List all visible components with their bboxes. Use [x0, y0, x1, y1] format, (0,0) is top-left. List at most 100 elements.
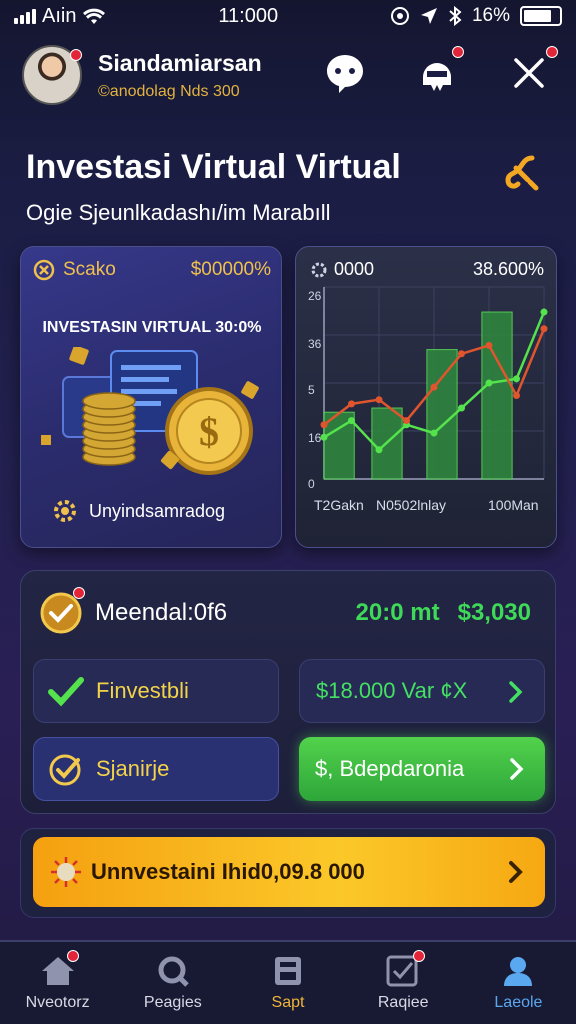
carrier-name: Aıin	[42, 4, 77, 27]
battery-icon	[520, 6, 562, 26]
card1-footer: Unyindsamradog	[51, 497, 225, 525]
chart-bar	[426, 349, 458, 480]
chart-point	[430, 383, 438, 391]
x-tick: N0502lnlay	[376, 497, 447, 513]
wallet-icon	[275, 957, 301, 985]
chat-button[interactable]	[322, 50, 368, 96]
cta-container: Unnvestaini Ihid0,09.8 000	[20, 828, 556, 918]
card1-left-label: Scako	[63, 259, 116, 280]
alerts-button[interactable]	[414, 46, 464, 96]
deposit-button[interactable]: $, Bdepdaronia	[299, 737, 545, 801]
wifi-icon	[83, 8, 106, 24]
chevron-right-icon	[510, 758, 524, 780]
alerts-badge	[452, 46, 464, 58]
chevron-right-icon	[509, 861, 523, 883]
invest-button-label: Finvestbli	[96, 678, 189, 703]
search-icon	[158, 956, 189, 987]
tab-label: Laeole	[494, 994, 543, 1011]
signal-icon	[14, 8, 36, 24]
check-circle-icon	[49, 754, 81, 786]
y-tick: 0	[308, 477, 315, 491]
tab-profile[interactable]: Laeole	[461, 942, 576, 1024]
gear-icon	[54, 500, 76, 522]
deposit-button-label: $, Bdepdaronia	[315, 756, 465, 781]
avatar[interactable]	[22, 45, 82, 105]
chart-point	[348, 400, 355, 408]
balance-button[interactable]: $18.000 Var ¢X	[299, 659, 545, 723]
svg-text:$: $	[199, 409, 219, 454]
x-tick: T2Gakn	[314, 497, 364, 513]
close-icon	[514, 58, 544, 88]
page-subtitle: Ogie Sjeunlkadashı/im Marabıll	[26, 200, 331, 225]
tab-label: Sapt	[271, 994, 305, 1011]
chart-right-value: 38.600%	[472, 259, 544, 279]
panel-title: Meendal:0f6	[95, 599, 228, 626]
chart-point	[540, 308, 548, 316]
chart-point	[540, 325, 548, 333]
bluetooth-icon	[449, 6, 462, 26]
card1-header: Scako $00000%	[33, 259, 271, 281]
chart-point	[403, 417, 410, 425]
tab-label: Nveotorz	[25, 994, 90, 1011]
user-name: Siandamiarsan	[98, 49, 262, 76]
tab-home[interactable]: Nveotorz	[0, 942, 115, 1024]
chart-header: 0000 38.600%	[310, 259, 544, 280]
tab-wallet[interactable]: Sapt	[230, 942, 345, 1024]
chart-point	[485, 341, 493, 349]
card1-right-value: $00000%	[190, 259, 271, 280]
chart-point	[513, 375, 520, 383]
investment-card[interactable]: Scako $00000% INVESTASIN VIRTUAL 30:0% $…	[20, 246, 282, 548]
chat-bubble-icon	[327, 55, 363, 93]
card1-banner: INVESTASIN VIRTUAL 30:0%	[42, 319, 262, 336]
chart-point	[375, 446, 383, 454]
savings-button[interactable]: Sjanirje	[33, 737, 279, 801]
panel-value-amount: $3,030	[457, 599, 531, 626]
gear-small-icon	[311, 262, 327, 277]
close-button[interactable]	[506, 46, 558, 96]
chart-point	[458, 404, 465, 412]
y-tick: 5	[308, 383, 315, 397]
tab-home-badge	[67, 950, 80, 962]
tab-tasks-badge	[412, 950, 425, 962]
status-bar: Aıin 11:000 16%	[0, 0, 576, 32]
chevron-right-icon	[509, 681, 523, 703]
x-tick: 100Man	[488, 497, 539, 513]
coins-illustration: $	[41, 347, 259, 475]
user-icon	[504, 957, 533, 986]
invest-cta-button[interactable]: Unnvestaini Ihid0,09.8 000	[33, 837, 545, 907]
tab-search[interactable]: Peagies	[115, 942, 230, 1024]
panel-value-time: 20:0 mt	[355, 599, 440, 626]
chart-point	[348, 417, 355, 425]
link-icon[interactable]	[502, 152, 542, 192]
sparkle-icon	[51, 857, 81, 887]
line-chart	[320, 286, 548, 480]
page-title: Investasi Virtual Virtual	[26, 148, 401, 186]
chart-point	[458, 350, 465, 358]
tab-label: Raqiee	[377, 994, 429, 1011]
panel-values: 20:0 mt $3,030	[356, 599, 531, 627]
clock: 11:000	[218, 4, 279, 27]
chart-card[interactable]: 0000 38.600% 0 16 5 36 26 T2Gakn N0502ln…	[295, 246, 557, 548]
profile-header: Siandamiarsan ©anodolag Nds 300	[0, 32, 576, 118]
tab-tasks[interactable]: Raqiee	[346, 942, 461, 1024]
chart-point	[485, 379, 493, 387]
chart-point	[320, 433, 328, 441]
invest-button[interactable]: Finvestbli	[33, 659, 279, 723]
summary-panel: Meendal:0f6 20:0 mt $3,030 Finvestbli $1…	[20, 570, 556, 814]
bottom-tab-bar: Nveotorz Peagies Sapt Raqiee Laeole	[0, 940, 576, 1024]
user-info: Siandamiarsan ©anodolag Nds 300	[98, 50, 262, 101]
chart-point	[430, 429, 438, 437]
chart-point	[375, 396, 383, 404]
location-icon	[420, 8, 437, 24]
status-right: 16%	[390, 5, 562, 27]
chart-point	[513, 392, 520, 400]
battery-percent: 16%	[471, 5, 510, 26]
ghost-icon	[423, 63, 451, 91]
coin-x-icon	[33, 259, 55, 281]
chart-left-label: 0000	[334, 259, 375, 279]
status-left: Aıin	[14, 5, 106, 28]
checkmark-icon	[48, 677, 84, 707]
user-subtitle: ©anodolag Nds 300	[98, 82, 240, 100]
header-actions	[322, 46, 558, 96]
chart-point	[320, 421, 328, 429]
